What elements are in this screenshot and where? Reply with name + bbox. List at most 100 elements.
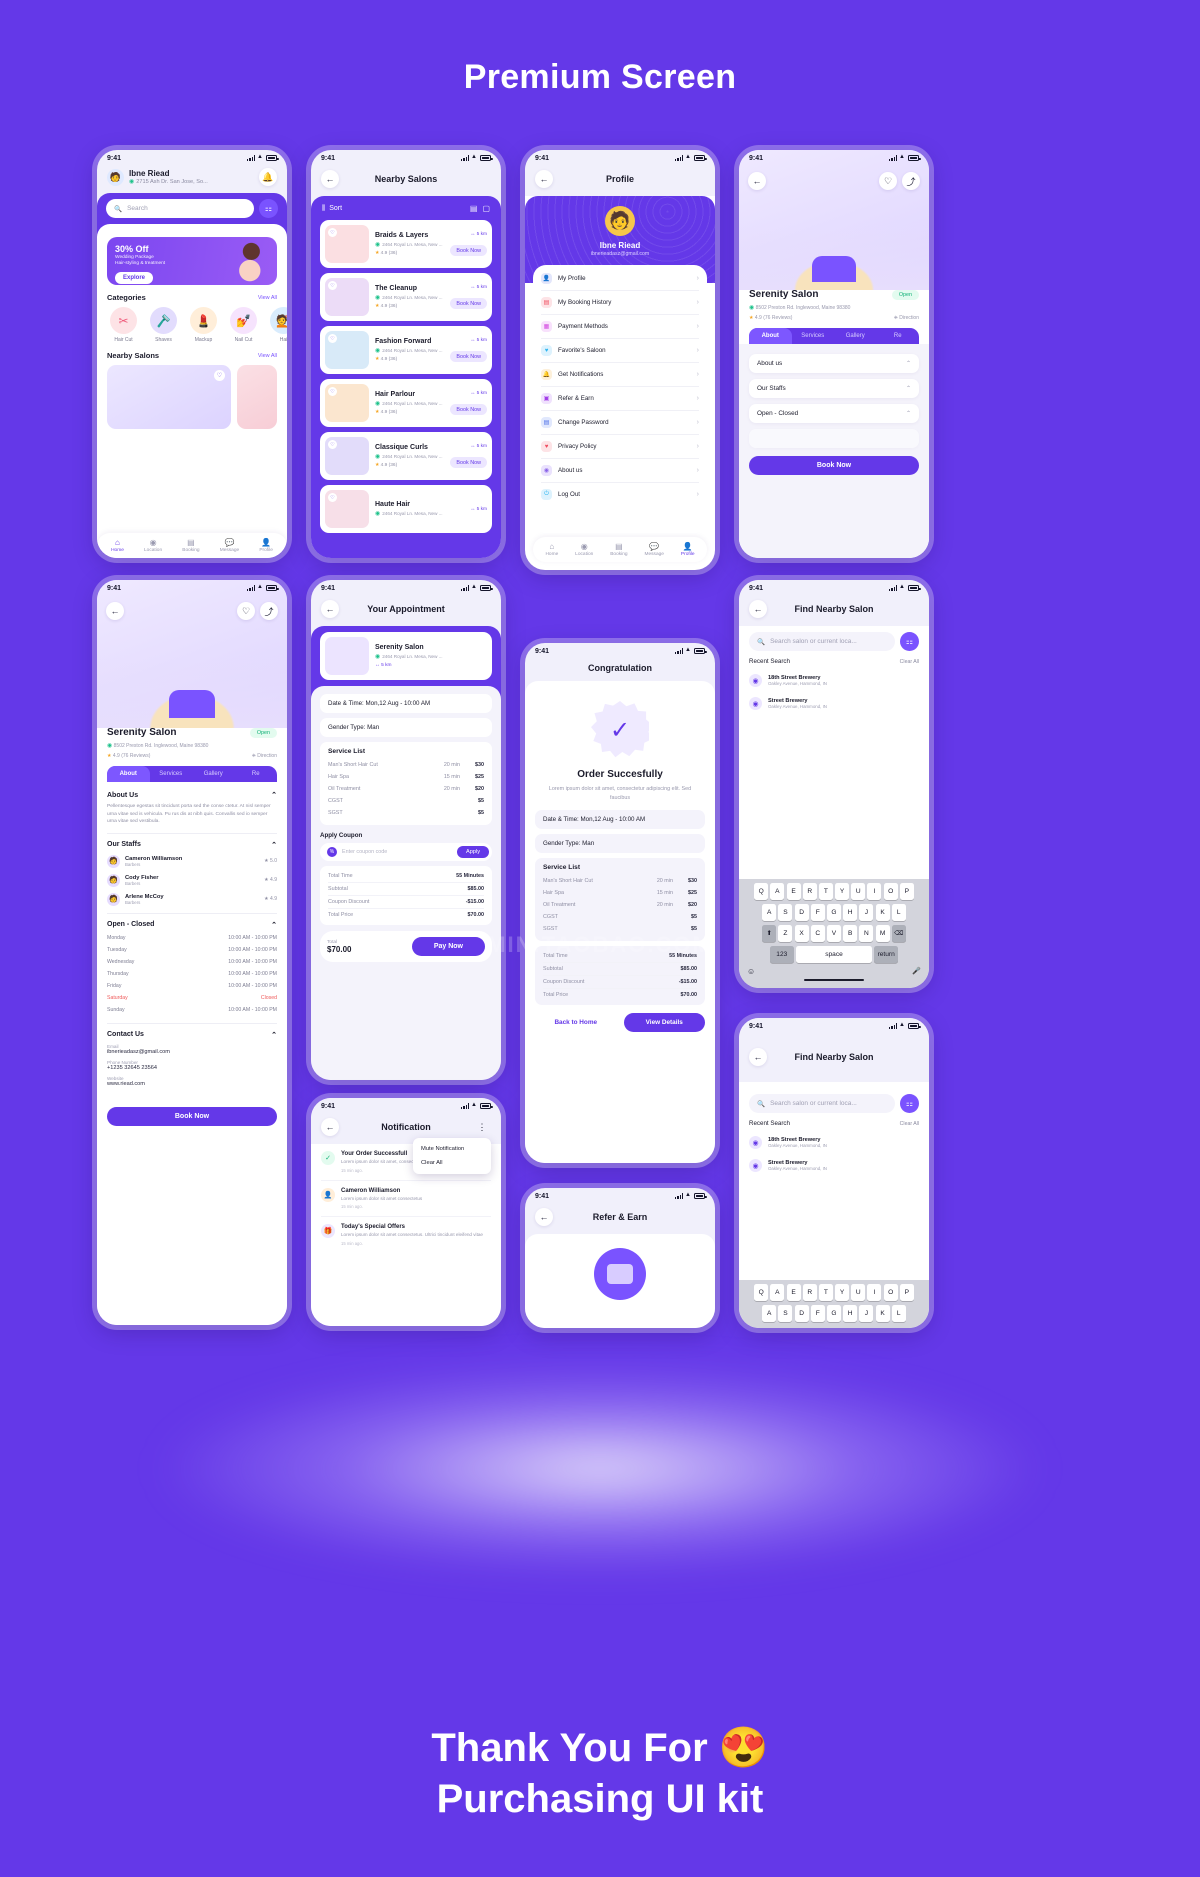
sidebar-item-booking[interactable]: ▤ Booking <box>182 538 199 553</box>
favorite-icon[interactable]: ♡ <box>328 228 337 237</box>
sort-label[interactable]: Sort <box>329 205 342 212</box>
category-item[interactable]: 💇 Hai <box>267 307 287 343</box>
share-icon[interactable]: ⤴ <box>260 602 278 620</box>
sidebar-item-profile[interactable]: 👤 Profile <box>681 542 695 557</box>
key-o[interactable]: O <box>883 1284 898 1301</box>
key-r[interactable]: R <box>802 882 817 900</box>
key-p[interactable]: P <box>899 882 914 900</box>
list-item[interactable]: ♡ The Cleanup ◉ 2464 Royal Ln. Mesa, New … <box>320 273 492 321</box>
back-to-home-button[interactable]: Back to Home <box>535 1013 617 1033</box>
key-z[interactable]: Z <box>778 924 793 942</box>
back-button[interactable]: ← <box>535 1208 553 1226</box>
back-button[interactable]: ← <box>321 170 339 188</box>
nearby-view-all[interactable]: View All <box>258 353 277 359</box>
back-button[interactable]: ← <box>535 170 553 188</box>
key-s[interactable]: S <box>778 903 793 921</box>
key-a[interactable]: A <box>770 882 785 900</box>
recent-search-item[interactable]: ◉ Street Brewery Oakley Avenue, Hammond, … <box>749 692 919 715</box>
book-now-button[interactable]: Book Now <box>450 245 487 256</box>
menu-item-my-profile[interactable]: 👤 My Profile › <box>541 267 699 291</box>
key-e[interactable]: E <box>786 1284 801 1301</box>
backspace-key[interactable]: ⌫ <box>891 924 906 942</box>
key-g[interactable]: G <box>827 903 841 921</box>
book-now-button[interactable]: Book Now <box>450 351 487 362</box>
book-now-button[interactable]: Book Now <box>450 404 487 415</box>
sidebar-item-booking[interactable]: ▤ Booking <box>610 542 627 557</box>
key-r[interactable]: R <box>802 1284 817 1301</box>
chevron-up-icon[interactable]: ⌃ <box>271 921 277 929</box>
apply-button[interactable]: Apply <box>457 846 489 858</box>
key-l[interactable]: L <box>891 1305 906 1322</box>
filter-button[interactable]: ⚏ <box>900 632 919 651</box>
list-item[interactable]: ♡ Braids & Layers ◉ 2464 Royal Ln. Mesa, … <box>320 220 492 268</box>
menu-item-clear-all[interactable]: Clear All <box>413 1156 491 1170</box>
menu-item-mute-notification[interactable]: Mute Notification <box>413 1142 491 1156</box>
key-f[interactable]: F <box>810 1305 825 1322</box>
key-h[interactable]: H <box>843 903 858 921</box>
book-now-button[interactable]: Book Now <box>749 456 919 475</box>
list-item[interactable]: ♡ Classique Curls ◉ 2464 Royal Ln. Mesa, … <box>320 432 492 480</box>
recent-search-item[interactable]: ◉ Street Brewery Oakley Avenue, Hammond, … <box>749 1154 919 1177</box>
category-item[interactable]: 🪒 Shaves <box>147 307 180 343</box>
direction-link[interactable]: ⎈ Direction <box>252 753 277 759</box>
favorite-icon[interactable]: ♡ <box>328 440 337 449</box>
search-input[interactable]: 🔍 Search <box>106 199 254 218</box>
key-a[interactable]: A <box>762 1305 777 1322</box>
menu-item-favorites[interactable]: ♥ Favorite's Saloon › <box>541 339 699 363</box>
category-item[interactable]: ✂ Hair Cut <box>107 307 140 343</box>
filter-button[interactable]: ⚏ <box>900 1094 919 1113</box>
notification-item[interactable]: 🎁 Today's Special Offers Lorem ipsum dolo… <box>321 1217 491 1253</box>
coupon-input[interactable]: Enter coupon code <box>342 849 452 855</box>
direction-link[interactable]: ⎈ Direction <box>894 315 919 321</box>
recent-search-item[interactable]: ◉ 18th Street Brewery Oakley Avenue, Hamm… <box>749 669 919 692</box>
key-t[interactable]: T <box>818 1284 833 1301</box>
share-icon[interactable]: ⤴ <box>902 172 920 190</box>
key-a[interactable]: A <box>762 903 777 921</box>
book-now-button[interactable]: Book Now <box>107 1106 277 1126</box>
key-d[interactable]: D <box>794 1305 809 1322</box>
list-view-icon[interactable]: ▤ <box>470 204 478 213</box>
key-c[interactable]: C <box>810 924 825 942</box>
key-x[interactable]: X <box>794 924 809 942</box>
accordion-about-us[interactable]: About us ⌃ <box>749 354 919 373</box>
notification-item[interactable]: 👤 Cameron Williamson Lorem ipsum dolor si… <box>321 1181 491 1218</box>
favorite-icon[interactable]: ♡ <box>879 172 897 190</box>
accordion-our-staffs[interactable]: Our Staffs ⌃ <box>749 379 919 398</box>
pay-now-button[interactable]: Pay Now <box>411 937 485 956</box>
key-m[interactable]: M <box>875 924 890 942</box>
sidebar-item-location[interactable]: ◉ Location <box>575 542 593 557</box>
menu-item-log-out[interactable]: ⏻ Log Out › <box>541 483 699 506</box>
key-i[interactable]: I <box>867 1284 882 1301</box>
more-options-icon[interactable]: ⋮ <box>473 1122 491 1133</box>
tab-gallery[interactable]: Gallery <box>834 328 877 344</box>
promo-banner[interactable]: 30% Off Wedding Package Hair-styling & t… <box>107 237 277 285</box>
tab-gallery[interactable]: Gallery <box>192 766 235 782</box>
menu-item-change-password[interactable]: ▤ Change Password › <box>541 411 699 435</box>
key-u[interactable]: U <box>851 1284 866 1301</box>
clear-all-button[interactable]: Clear All <box>900 1121 919 1127</box>
chevron-up-icon[interactable]: ⌃ <box>271 841 277 849</box>
bell-icon[interactable]: 🔔 <box>259 168 277 186</box>
sidebar-item-home[interactable]: ⌂ Home <box>545 542 558 557</box>
contact-email[interactable]: ibnerieadasz@gmail.com <box>107 1049 277 1055</box>
key-a[interactable]: A <box>770 1284 785 1301</box>
sidebar-item-home[interactable]: ⌂ Home <box>111 538 124 553</box>
shift-key[interactable]: ⬆ <box>762 924 777 942</box>
coupon-input-row[interactable]: % Enter coupon code Apply <box>320 843 492 861</box>
list-item[interactable]: ♡ Hair Parlour ◉ 2464 Royal Ln. Mesa, New… <box>320 379 492 427</box>
key-d[interactable]: D <box>794 903 809 921</box>
numbers-key[interactable]: 123 <box>769 945 794 963</box>
clear-all-button[interactable]: Clear All <box>900 659 919 665</box>
key-g[interactable]: G <box>827 1305 841 1322</box>
key-j[interactable]: J <box>859 903 874 921</box>
key-b[interactable]: B <box>843 924 858 942</box>
key-l[interactable]: L <box>891 903 906 921</box>
tab-services[interactable]: Services <box>792 328 835 344</box>
key-o[interactable]: O <box>883 882 898 900</box>
back-button[interactable]: ← <box>748 172 766 190</box>
sidebar-item-message[interactable]: 💬 Message <box>220 538 239 553</box>
key-q[interactable]: Q <box>754 1284 769 1301</box>
space-key[interactable]: space <box>796 945 872 963</box>
emoji-icon[interactable]: ☺ <box>747 967 755 976</box>
book-now-button[interactable]: Book Now <box>450 298 487 309</box>
